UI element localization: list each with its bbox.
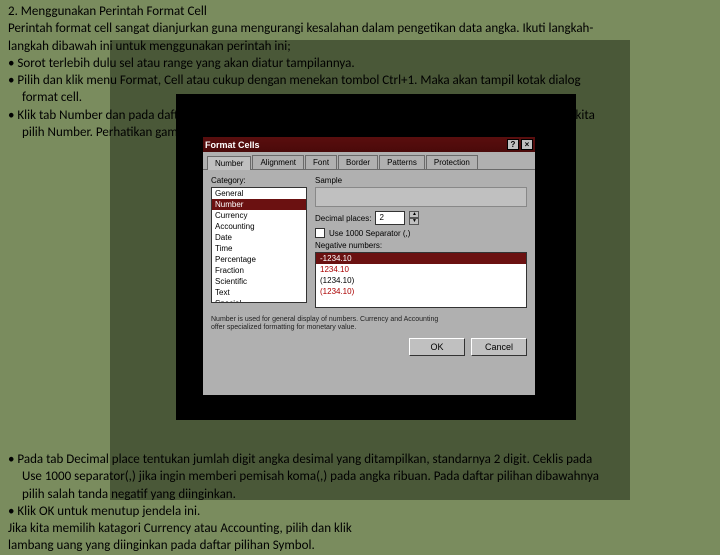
- list-item[interactable]: General: [212, 188, 306, 199]
- close-button[interactable]: ×: [521, 139, 533, 150]
- tab-alignment[interactable]: Alignment: [252, 155, 304, 169]
- negnum-label: Negative numbers:: [315, 241, 527, 250]
- list-item[interactable]: 1234.10: [316, 264, 526, 275]
- category-description: Number is used for general display of nu…: [203, 312, 535, 332]
- decimal-label: Decimal places:: [315, 214, 371, 223]
- list-item[interactable]: -1234.10: [316, 253, 526, 264]
- dialog-tabs: Number Alignment Font Border Patterns Pr…: [203, 152, 535, 170]
- bullet-line: • Pilih dan klik menu Format, Cell atau …: [8, 73, 712, 89]
- list-item[interactable]: (1234.10): [316, 275, 526, 286]
- list-item[interactable]: Special: [212, 298, 306, 303]
- bullet-line: • Klik OK untuk menutup jendela ini.: [8, 504, 712, 520]
- dialog-titlebar: Format Cells ? ×: [203, 137, 535, 152]
- list-item[interactable]: Text: [212, 287, 306, 298]
- list-item[interactable]: Time: [212, 243, 306, 254]
- spin-down-icon[interactable]: ▼: [409, 218, 419, 225]
- heading: 2. Menggunakan Perintah Format Cell: [8, 4, 712, 20]
- tab-font[interactable]: Font: [305, 155, 337, 169]
- bullet-line: • Sorot terlebih dulu sel atau range yan…: [8, 56, 712, 72]
- ok-button[interactable]: OK: [409, 338, 465, 356]
- list-item[interactable]: Number: [212, 199, 306, 210]
- bullet-line: • Pada tab Decimal place tentukan jumlah…: [8, 452, 712, 468]
- tab-border[interactable]: Border: [338, 155, 378, 169]
- tab-number[interactable]: Number: [207, 156, 251, 170]
- sample-label: Sample: [315, 176, 527, 185]
- list-item[interactable]: Currency: [212, 210, 306, 221]
- list-item[interactable]: Fraction: [212, 265, 306, 276]
- list-item[interactable]: Date: [212, 232, 306, 243]
- format-cells-dialog: Format Cells ? × Number Alignment Font B…: [202, 136, 536, 396]
- spin-up-icon[interactable]: ▲: [409, 211, 419, 218]
- category-listbox[interactable]: General Number Currency Accounting Date …: [211, 187, 307, 303]
- list-item[interactable]: Accounting: [212, 221, 306, 232]
- negative-numbers-listbox[interactable]: -1234.10 1234.10 (1234.10) (1234.10): [315, 252, 527, 308]
- list-item[interactable]: (1234.10): [316, 286, 526, 297]
- tab-patterns[interactable]: Patterns: [379, 155, 425, 169]
- tab-protection[interactable]: Protection: [426, 155, 478, 169]
- dialog-title: Format Cells: [205, 140, 260, 150]
- list-item[interactable]: Scientific: [212, 276, 306, 287]
- para-line: langkah dibawah ini untuk menggunakan pe…: [8, 39, 712, 55]
- help-button[interactable]: ?: [507, 139, 519, 150]
- sample-box: [315, 187, 527, 207]
- para-line: lambang uang yang diinginkan pada daftar…: [8, 538, 712, 554]
- separator-label: Use 1000 Separator (,): [329, 229, 410, 238]
- bullet-line: Use 1000 separator(,) jika ingin memberi…: [8, 469, 712, 485]
- para-line: Perintah format cell sangat dianjurkan g…: [8, 21, 712, 37]
- thousand-separator-checkbox[interactable]: [315, 228, 325, 238]
- list-item[interactable]: Percentage: [212, 254, 306, 265]
- category-label: Category:: [211, 176, 307, 185]
- cancel-button[interactable]: Cancel: [471, 338, 527, 356]
- para-line: Jika kita memilih katagori Currency atau…: [8, 521, 712, 537]
- decimal-places-input[interactable]: 2: [375, 211, 405, 225]
- bullet-line: pilih salah tanda negatif yang diinginka…: [8, 487, 712, 503]
